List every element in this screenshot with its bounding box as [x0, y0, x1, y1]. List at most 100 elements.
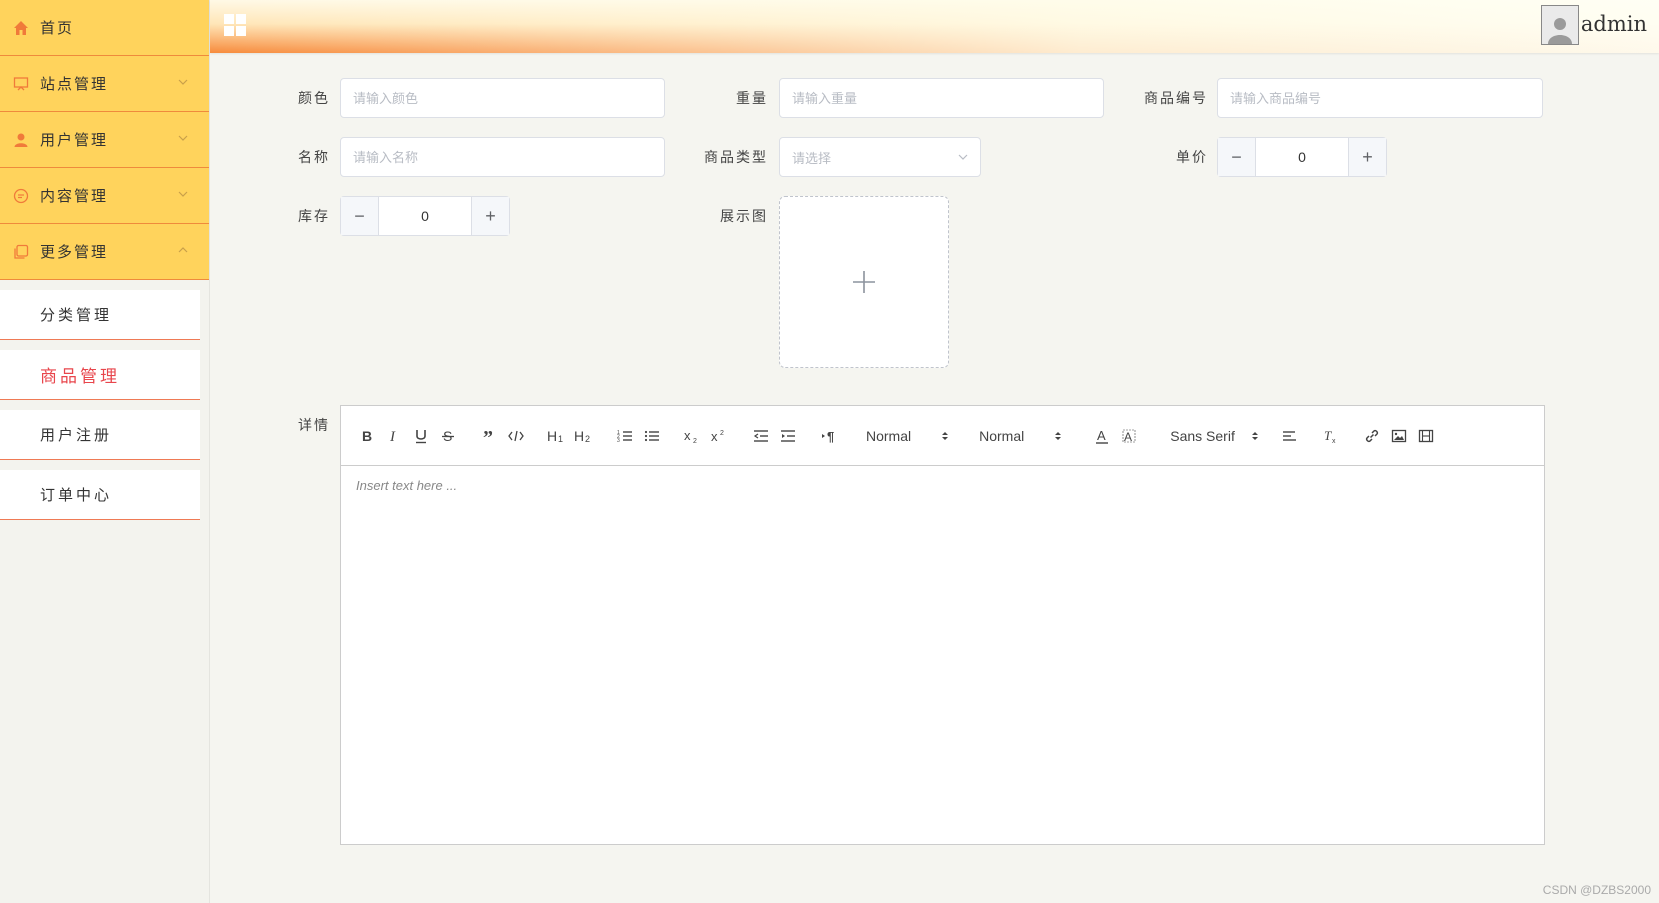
svg-text:I: I [389, 429, 396, 443]
plus-icon [853, 271, 875, 293]
underline-button[interactable] [407, 424, 434, 448]
main-content: 颜色 重量 商品编号 名称 商品类型 请选择 单价 − 0 + 库存 − 0 +… [218, 60, 1659, 903]
avatar-icon [1548, 18, 1572, 44]
text-color-button[interactable]: A [1088, 424, 1115, 448]
chevron-down-icon [178, 135, 188, 141]
price-value[interactable]: 0 [1256, 138, 1348, 176]
submenu-label: 用户注册 [40, 426, 113, 444]
svg-text:B: B [362, 429, 372, 443]
menu-item-more[interactable]: 更多管理 [0, 224, 209, 280]
submenu-item-orders[interactable]: 订单中心 [0, 470, 200, 520]
chevron-down-icon [178, 79, 188, 85]
username[interactable]: admin [1581, 12, 1647, 36]
price-label: 单价 [1176, 150, 1208, 166]
svg-text:3: 3 [617, 438, 620, 443]
menu-item-home[interactable]: 首页 [0, 0, 209, 56]
svg-text:A: A [1124, 430, 1132, 444]
header-picker[interactable]: Normal [866, 424, 949, 448]
product-type-select[interactable]: 请选择 [779, 137, 981, 177]
submenu-item-category[interactable]: 分类管理 [0, 290, 200, 340]
svg-text:x: x [1332, 438, 1336, 444]
image-upload[interactable] [779, 196, 949, 368]
color-label: 颜色 [298, 91, 330, 107]
size-picker[interactable]: Normal [979, 424, 1062, 448]
price-decrease-button[interactable]: − [1218, 138, 1256, 176]
menu-item-content[interactable]: 内容管理 [0, 168, 209, 224]
ordered-list-button[interactable]: 123 [611, 424, 638, 448]
italic-button[interactable]: I [380, 424, 407, 448]
color-input[interactable] [340, 78, 665, 118]
rich-text-editor: B I S ” H1 H2 123 x2 x2 ¶ Normal Normal [340, 405, 1545, 845]
product-code-label: 商品编号 [1144, 91, 1208, 107]
product-type-label: 商品类型 [704, 150, 768, 166]
blockquote-button[interactable]: ” [475, 424, 502, 448]
header-picker-label: Normal [866, 427, 912, 444]
chevron-down-icon [958, 154, 968, 160]
text-direction-button[interactable]: ¶ [815, 424, 842, 448]
price-increase-button[interactable]: + [1348, 138, 1386, 176]
updown-arrow-icon [942, 431, 949, 440]
weight-label: 重量 [736, 91, 768, 107]
menu-label: 内容管理 [40, 187, 109, 205]
submenu-item-products[interactable]: 商品管理 [0, 350, 200, 400]
submenu-label: 商品管理 [40, 367, 120, 387]
menu-item-site[interactable]: 站点管理 [0, 56, 209, 112]
menu-label: 首页 [40, 19, 75, 37]
header1-button[interactable]: H1 [543, 424, 570, 448]
name-input[interactable] [340, 137, 665, 177]
sidebar: 首页 站点管理 用户管理 内容管理 更多管理 分类管理 商品管理 用户注册 订单… [0, 0, 210, 903]
home-icon [12, 19, 30, 37]
bullet-list-button[interactable] [638, 424, 665, 448]
stock-label: 库存 [298, 209, 330, 225]
svg-text:1: 1 [558, 434, 563, 443]
background-color-button[interactable]: A [1115, 424, 1142, 448]
chevron-down-icon [178, 191, 188, 197]
image-label: 展示图 [720, 209, 768, 225]
subscript-button[interactable]: x2 [679, 424, 706, 448]
svg-text:A: A [1097, 428, 1106, 443]
updown-arrow-icon [1055, 431, 1062, 440]
size-picker-label: Normal [979, 427, 1025, 444]
stock-increase-button[interactable]: + [471, 197, 509, 235]
header2-button[interactable]: H2 [570, 424, 597, 448]
avatar[interactable] [1541, 5, 1579, 45]
indent-button[interactable] [774, 424, 801, 448]
svg-text:T: T [1324, 428, 1332, 443]
image-button[interactable] [1386, 424, 1413, 448]
stock-value[interactable]: 0 [379, 197, 471, 235]
monitor-icon [12, 75, 30, 93]
menu-label: 更多管理 [40, 243, 109, 261]
submenu-item-register[interactable]: 用户注册 [0, 410, 200, 460]
bold-button[interactable]: B [353, 424, 380, 448]
grid-icon[interactable] [224, 14, 248, 38]
weight-input[interactable] [779, 78, 1104, 118]
menu-label: 站点管理 [40, 75, 109, 93]
link-button[interactable] [1359, 424, 1386, 448]
editor-content-area[interactable]: Insert text here ... [341, 466, 1544, 505]
clear-format-button[interactable]: Tx [1318, 424, 1345, 448]
chevron-up-icon [178, 247, 188, 253]
svg-text:¶: ¶ [827, 429, 834, 443]
svg-text:x: x [711, 429, 718, 443]
watermark: CSDN @DZBS2000 [1542, 883, 1651, 897]
product-code-input[interactable] [1217, 78, 1543, 118]
menu-item-users[interactable]: 用户管理 [0, 112, 209, 168]
stock-stepper: − 0 + [340, 196, 510, 236]
detail-label: 详情 [298, 418, 330, 434]
outdent-button[interactable] [747, 424, 774, 448]
submenu-label: 订单中心 [40, 486, 113, 504]
strike-button[interactable]: S [434, 424, 461, 448]
svg-text:2: 2 [585, 434, 590, 443]
editor-toolbar: B I S ” H1 H2 123 x2 x2 ¶ Normal Normal [341, 406, 1544, 466]
stock-decrease-button[interactable]: − [341, 197, 379, 235]
svg-text:”: ” [483, 429, 493, 443]
code-block-button[interactable] [502, 424, 529, 448]
menu-label: 用户管理 [40, 131, 109, 149]
video-button[interactable] [1413, 424, 1440, 448]
editor-placeholder: Insert text here ... [356, 478, 458, 493]
top-header: admin [210, 0, 1659, 53]
align-button[interactable] [1277, 424, 1304, 448]
font-picker[interactable]: Sans Serif [1170, 424, 1259, 448]
name-label: 名称 [298, 150, 330, 166]
superscript-button[interactable]: x2 [706, 424, 733, 448]
